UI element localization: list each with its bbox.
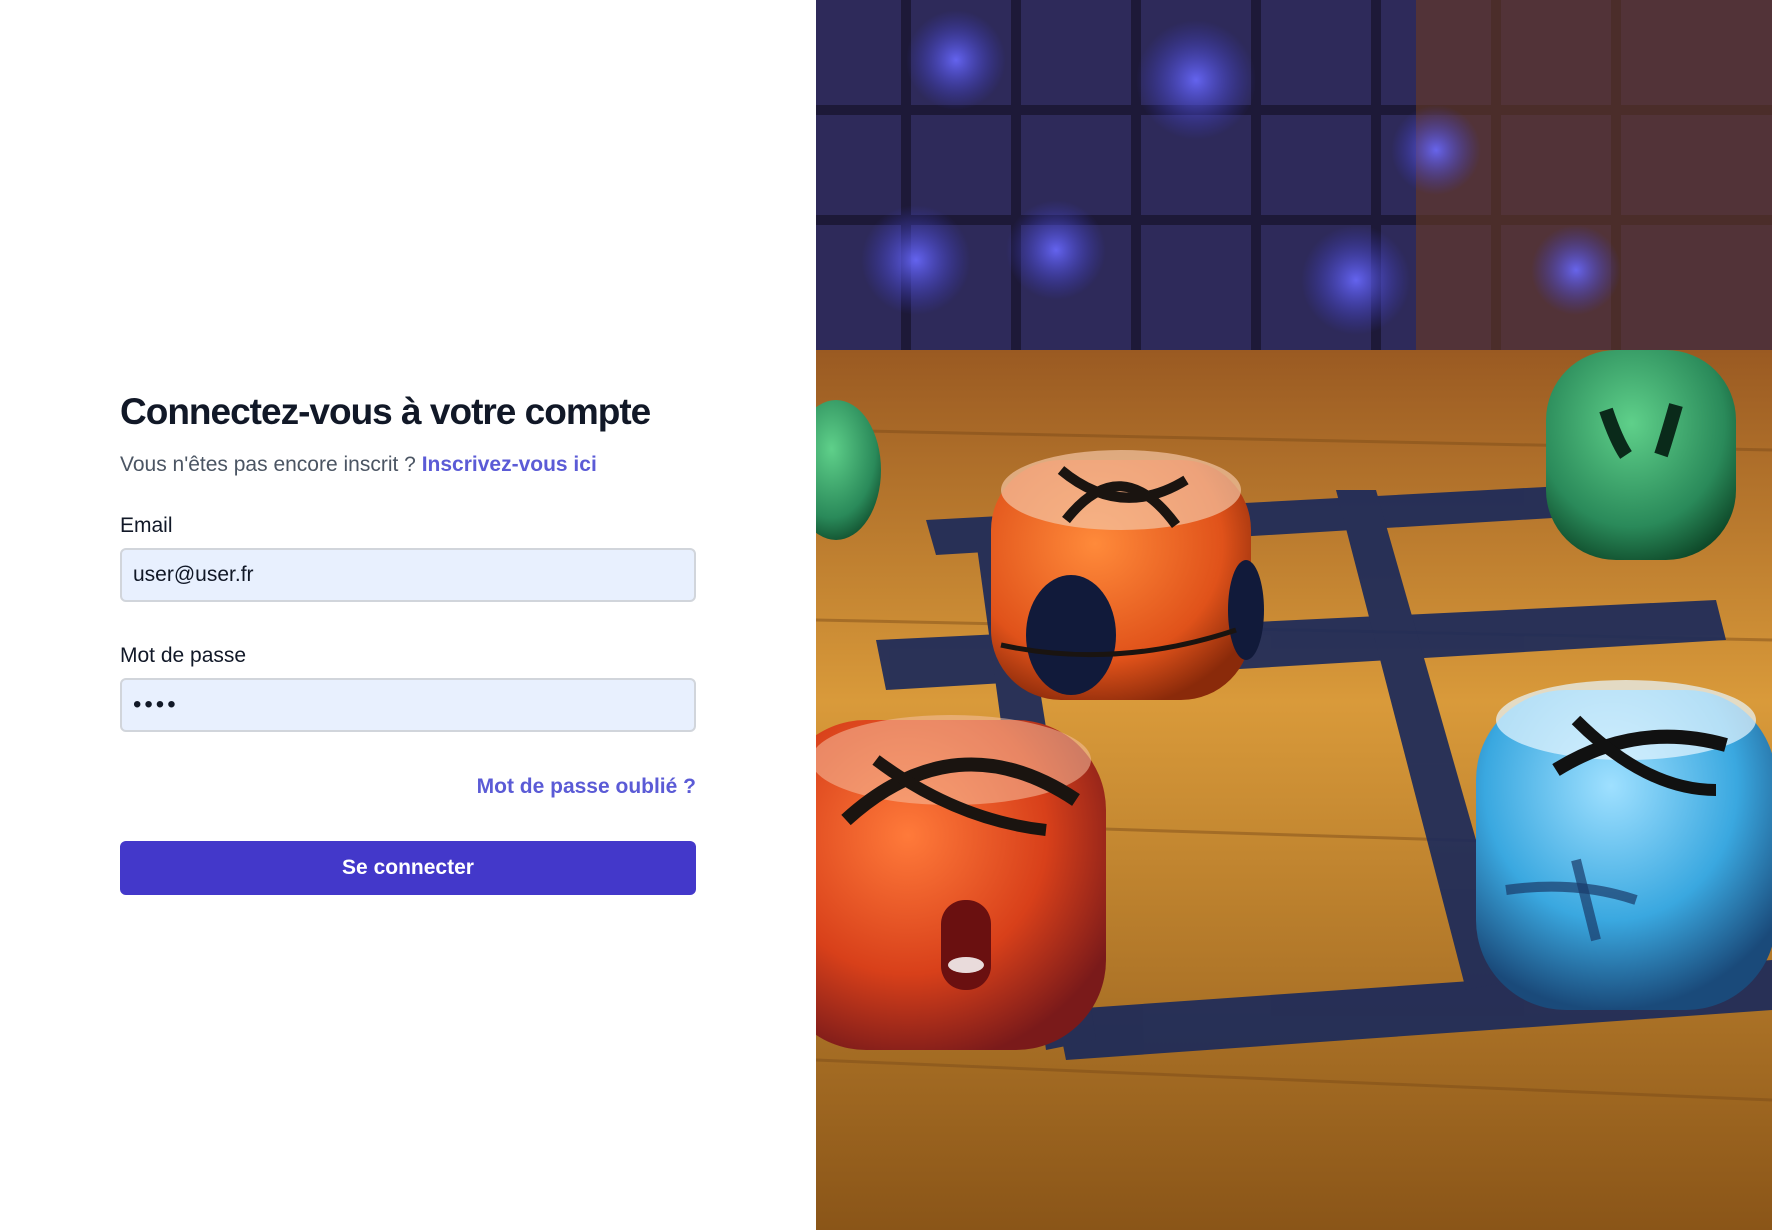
hero-image [816, 0, 1772, 1230]
dice-board-illustration [816, 0, 1772, 1230]
login-form: Connectez-vous à votre compte Vous n'ête… [120, 388, 696, 895]
page-title: Connectez-vous à votre compte [120, 391, 651, 432]
login-panel: Connectez-vous à votre compte Vous n'ête… [0, 0, 816, 1230]
password-label: Mot de passe [120, 644, 247, 667]
forgot-password-row: Mot de passe oublié ? [120, 772, 696, 802]
forgot-password-link[interactable]: Mot de passe oublié ? [477, 775, 696, 798]
password-field[interactable] [120, 678, 696, 732]
email-label: Email [120, 514, 173, 537]
login-page: Connectez-vous à votre compte Vous n'ête… [0, 0, 1772, 1230]
signup-prompt: Vous n'êtes pas encore inscrit ? Inscriv… [120, 450, 696, 480]
email-field[interactable] [120, 548, 696, 602]
login-button[interactable]: Se connecter [120, 841, 696, 895]
signup-prompt-text: Vous n'êtes pas encore inscrit ? [120, 453, 416, 476]
signup-link[interactable]: Inscrivez-vous ici [422, 453, 597, 476]
